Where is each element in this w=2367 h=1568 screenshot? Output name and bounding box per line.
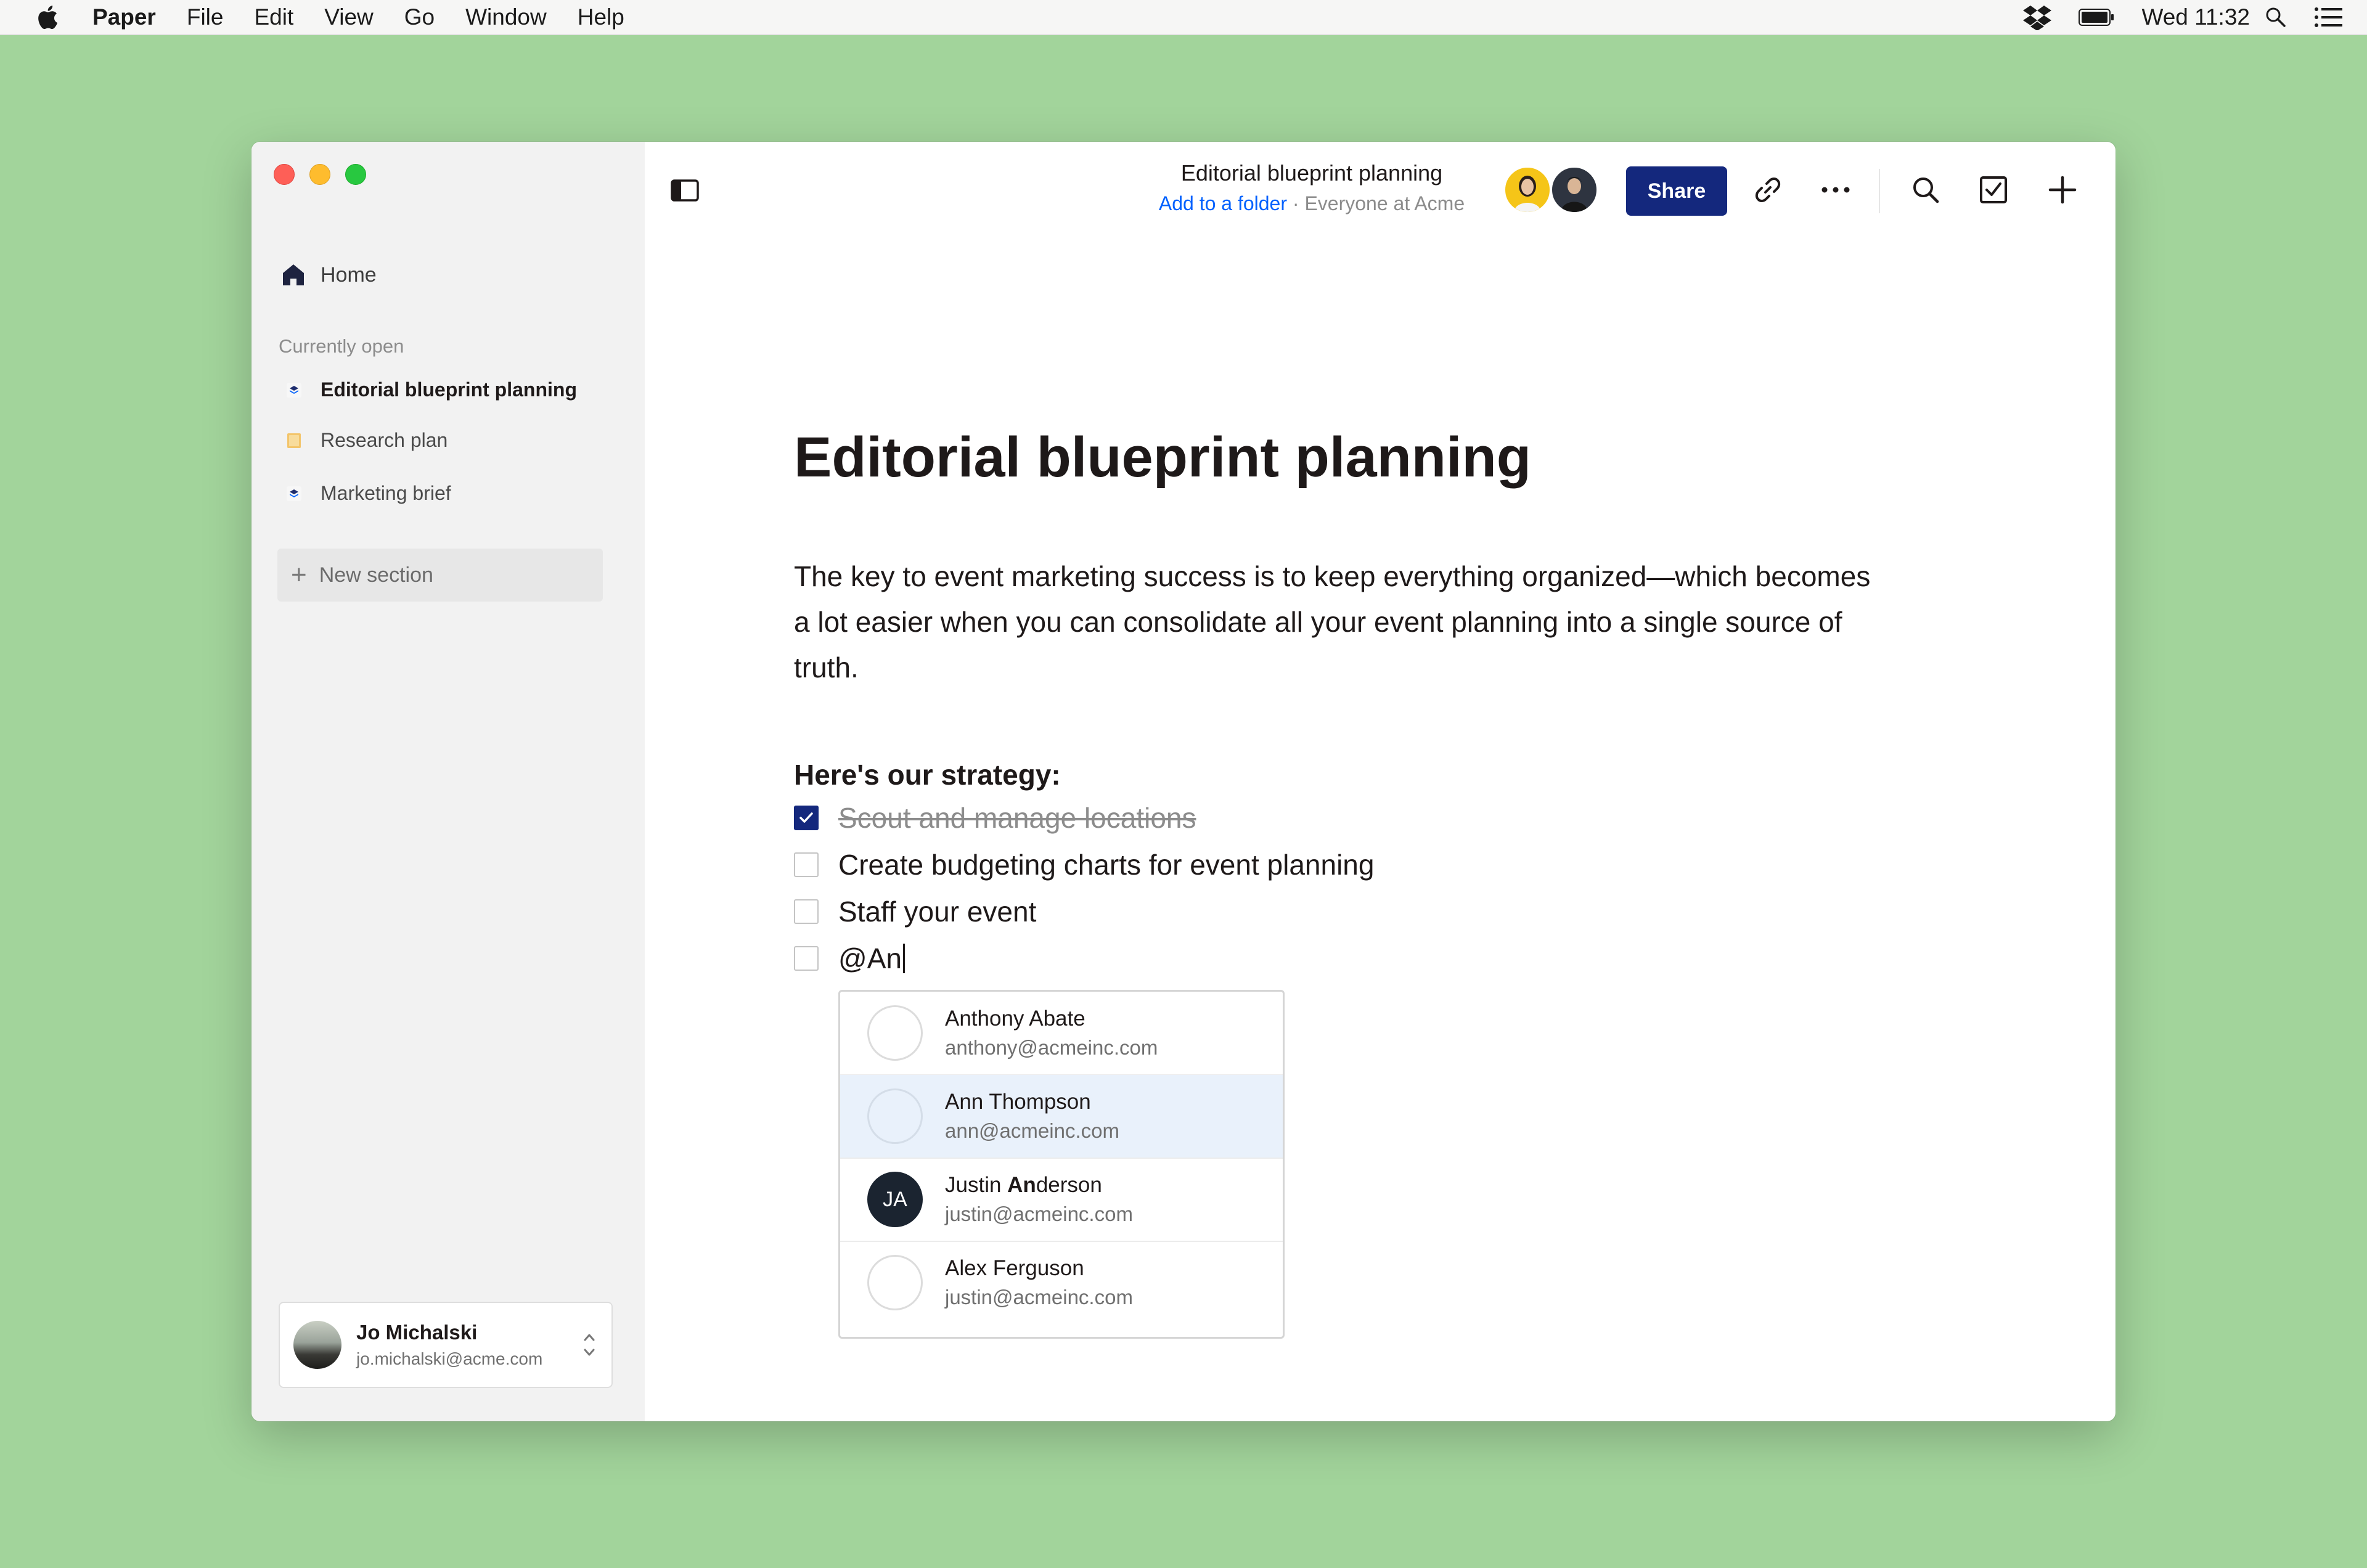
menu-view[interactable]: View	[324, 4, 374, 30]
mention-query-text[interactable]: @An	[838, 942, 902, 975]
mention-name: Anthony Abate	[945, 1007, 1085, 1031]
add-to-folder-link[interactable]: Add to a folder	[1159, 192, 1287, 214]
avatar	[293, 1321, 341, 1369]
toolbar-divider	[1879, 169, 1880, 213]
checklist-icon[interactable]	[1976, 173, 2011, 207]
checkmark-icon	[799, 812, 813, 823]
mention-email: justin@acmeinc.com	[945, 1286, 1133, 1309]
link-icon[interactable]	[1751, 173, 1785, 207]
new-section-label: New section	[319, 563, 433, 587]
app-window: Home Currently open Editorial blueprint …	[251, 142, 2116, 1421]
sidebar-doc-label: Editorial blueprint planning	[321, 378, 577, 401]
mention-email: justin@acmeinc.com	[945, 1203, 1133, 1225]
search-icon[interactable]	[1908, 173, 1943, 207]
menu-go[interactable]: Go	[404, 4, 435, 30]
home-icon	[283, 264, 304, 285]
mention-name: Ann Thompson	[945, 1090, 1091, 1114]
task-item: @An	[794, 942, 905, 975]
document-subheading[interactable]: Here's our strategy:	[794, 758, 1061, 791]
mention-name-part: derson	[1036, 1173, 1102, 1197]
task-checkbox[interactable]	[794, 852, 819, 877]
new-section-button[interactable]: + New section	[277, 549, 603, 602]
paper-doc-icon	[284, 380, 305, 401]
battery-icon[interactable]	[2079, 9, 2114, 26]
collaborator-avatar[interactable]	[1550, 165, 1599, 214]
mention-option[interactable]: Anthony Abate anthony@acmeinc.com	[840, 992, 1283, 1076]
task-text[interactable]: Create budgeting charts for event planni…	[838, 848, 1374, 881]
user-name: Jo Michalski	[356, 1321, 478, 1344]
user-email: jo.michalski@acme.com	[356, 1349, 543, 1368]
task-checkbox[interactable]	[794, 946, 819, 971]
dropbox-icon[interactable]	[2023, 4, 2052, 30]
task-text[interactable]: Staff your event	[838, 895, 1036, 928]
sidebar-doc-label: Marketing brief	[321, 482, 451, 504]
avatar	[867, 1255, 923, 1310]
menu-file[interactable]: File	[187, 4, 224, 30]
menu-help[interactable]: Help	[578, 4, 624, 30]
document-title[interactable]: Editorial blueprint planning	[794, 425, 1531, 490]
menu-bar: Paper File Edit View Go Window Help Wed …	[0, 0, 2367, 35]
add-icon[interactable]	[2045, 173, 2080, 207]
paper-doc-icon	[284, 483, 305, 504]
menu-app-name[interactable]: Paper	[92, 4, 156, 30]
currently-open-label: Currently open	[279, 335, 404, 357]
close-window-button[interactable]	[274, 164, 295, 185]
mention-option-selected[interactable]: Ann Thompson ann@acmeinc.com	[840, 1075, 1283, 1159]
menu-clock[interactable]: Wed 11:32	[2141, 4, 2250, 30]
account-switcher[interactable]: Jo Michalski jo.michalski@acme.com	[279, 1302, 613, 1388]
mention-name-part: Justin	[945, 1173, 1008, 1197]
task-text[interactable]: Scout and manage locations	[838, 801, 1196, 835]
task-item: Create budgeting charts for event planni…	[794, 848, 1374, 881]
mention-option[interactable]: Alex Ferguson justin@acmeinc.com	[840, 1241, 1283, 1324]
task-item: Staff your event	[794, 895, 1036, 928]
sidebar-doc-research[interactable]: Research plan	[284, 429, 448, 452]
more-icon[interactable]	[1818, 173, 1853, 207]
share-button[interactable]: Share	[1626, 166, 1727, 216]
mention-name-match: An	[1007, 1173, 1036, 1197]
document-paragraph[interactable]: The key to event marketing success is to…	[794, 553, 1879, 690]
window-controls	[274, 164, 381, 185]
avatar	[867, 1005, 923, 1061]
folder-doc-icon	[284, 430, 305, 451]
task-item: Scout and manage locations	[794, 801, 1196, 835]
text-caret	[902, 944, 905, 973]
zoom-window-button[interactable]	[345, 164, 366, 185]
mention-email: anthony@acmeinc.com	[945, 1036, 1158, 1059]
avatar: JA	[867, 1172, 923, 1227]
notification-center-icon[interactable]	[2314, 7, 2342, 28]
menu-window[interactable]: Window	[465, 4, 547, 30]
menu-edit[interactable]: Edit	[254, 4, 293, 30]
audience-label[interactable]: Everyone at Acme	[1304, 192, 1465, 214]
sidebar-doc-editorial[interactable]: Editorial blueprint planning	[284, 378, 577, 401]
collaborator-avatar[interactable]	[1503, 165, 1552, 214]
plus-icon: +	[291, 560, 307, 590]
chevron-up-down-icon	[584, 1334, 595, 1356]
sidebar-home-label: Home	[321, 263, 377, 287]
sidebar-doc-label: Research plan	[321, 429, 448, 451]
sidebar-item-home[interactable]: Home	[281, 263, 377, 287]
mention-name: Alex Ferguson	[945, 1256, 1084, 1280]
mention-name: Justin Anderson	[945, 1173, 1133, 1198]
task-checkbox[interactable]	[794, 806, 819, 830]
avatar	[867, 1088, 923, 1144]
sidebar: Home Currently open Editorial blueprint …	[251, 142, 645, 1421]
mention-email: ann@acmeinc.com	[945, 1119, 1119, 1142]
task-checkbox[interactable]	[794, 899, 819, 924]
minimize-window-button[interactable]	[309, 164, 330, 185]
sidebar-toggle-icon[interactable]	[671, 179, 699, 202]
spotlight-icon[interactable]	[2265, 6, 2287, 28]
sidebar-doc-marketing[interactable]: Marketing brief	[284, 482, 451, 505]
header-separator: ·	[1287, 192, 1305, 214]
mention-suggestions: Anthony Abate anthony@acmeinc.com Ann Th…	[838, 990, 1285, 1339]
mention-option[interactable]: JA Justin Anderson justin@acmeinc.com	[840, 1158, 1283, 1242]
apple-icon[interactable]	[35, 4, 59, 31]
